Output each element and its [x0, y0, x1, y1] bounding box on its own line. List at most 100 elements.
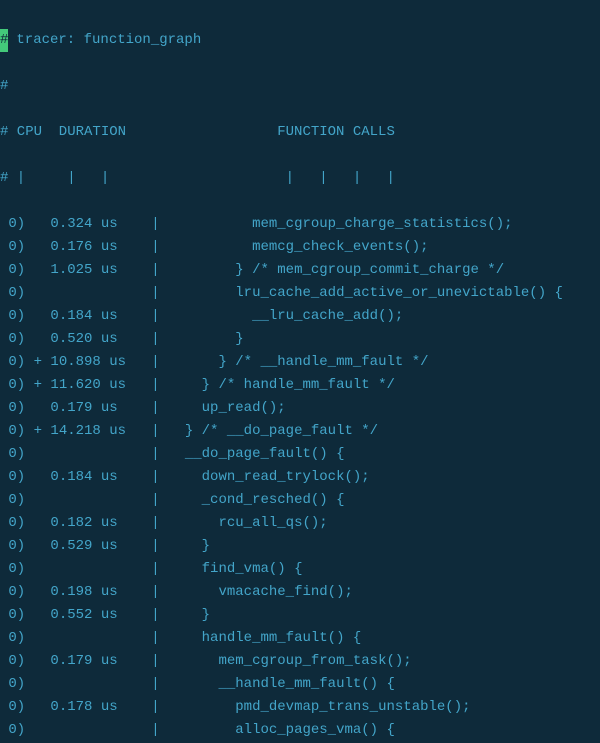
- separator-col: |: [134, 607, 176, 623]
- function-col: rcu_all_qs();: [176, 515, 327, 531]
- separator-col: |: [134, 584, 176, 600]
- separator-col: |: [134, 446, 176, 462]
- trace-row: 0) + 10.898 us | } /* __handle_mm_fault …: [0, 351, 592, 374]
- separator-col: |: [134, 331, 176, 347]
- cpu-col: 0): [0, 515, 25, 531]
- duration-col: + 10.898 us: [25, 354, 134, 370]
- trace-row: 0) | handle_mm_fault() {: [0, 627, 592, 650]
- trace-row: 0) 0.184 us | down_read_trylock();: [0, 466, 592, 489]
- cpu-col: 0): [0, 630, 25, 646]
- cpu-col: 0): [0, 561, 25, 577]
- cpu-col: 0): [0, 377, 25, 393]
- function-col: alloc_pages_vma() {: [176, 722, 394, 738]
- trace-rows: 0) 0.324 us | mem_cgroup_charge_statisti…: [0, 213, 592, 743]
- terminal-output: # tracer: function_graph # # CPU DURATIO…: [0, 0, 600, 743]
- trace-row: 0) 0.179 us | mem_cgroup_from_task();: [0, 650, 592, 673]
- function-col: up_read();: [176, 400, 285, 416]
- function-col: }: [176, 607, 210, 623]
- cpu-col: 0): [0, 607, 25, 623]
- trace-row: 0) 1.025 us | } /* mem_cgroup_commit_cha…: [0, 259, 592, 282]
- duration-col: [25, 446, 134, 462]
- separator-col: |: [134, 538, 176, 554]
- duration-col: + 11.620 us: [25, 377, 134, 393]
- function-col: }: [176, 538, 210, 554]
- duration-col: 0.520 us: [25, 331, 134, 347]
- separator-col: |: [134, 423, 176, 439]
- duration-col: 0.184 us: [25, 469, 134, 485]
- function-col: } /* __do_page_fault */: [176, 423, 378, 439]
- cpu-col: 0): [0, 239, 25, 255]
- trace-row: 0) 0.198 us | vmacache_find();: [0, 581, 592, 604]
- trace-row: 0) + 14.218 us | } /* __do_page_fault */: [0, 420, 592, 443]
- function-col: __lru_cache_add();: [176, 308, 403, 324]
- cpu-col: 0): [0, 308, 25, 324]
- duration-col: [25, 630, 134, 646]
- function-col: pmd_devmap_trans_unstable();: [176, 699, 470, 715]
- function-col: handle_mm_fault() {: [176, 630, 361, 646]
- separator-col: |: [134, 262, 176, 278]
- trace-row: 0) 0.520 us | }: [0, 328, 592, 351]
- trace-row: 0) 0.176 us | memcg_check_events();: [0, 236, 592, 259]
- duration-col: 0.182 us: [25, 515, 134, 531]
- duration-col: 0.198 us: [25, 584, 134, 600]
- trace-row: 0) + 11.620 us | } /* handle_mm_fault */: [0, 374, 592, 397]
- trace-row: 0) | lru_cache_add_active_or_unevictable…: [0, 282, 592, 305]
- duration-col: 0.178 us: [25, 699, 134, 715]
- duration-col: [25, 492, 134, 508]
- cpu-col: 0): [0, 423, 25, 439]
- cursor-block: #: [0, 29, 8, 52]
- duration-col: [25, 722, 134, 738]
- function-col: }: [176, 331, 243, 347]
- duration-col: 0.184 us: [25, 308, 134, 324]
- header-columns-a: # CPU DURATION FUNCTION CALLS: [0, 121, 592, 144]
- function-col: __handle_mm_fault() {: [176, 676, 394, 692]
- header-blank: #: [0, 75, 592, 98]
- separator-col: |: [134, 515, 176, 531]
- cpu-col: 0): [0, 584, 25, 600]
- trace-row: 0) 0.178 us | pmd_devmap_trans_unstable(…: [0, 696, 592, 719]
- trace-row: 0) | __do_page_fault() {: [0, 443, 592, 466]
- separator-col: |: [134, 400, 176, 416]
- cpu-col: 0): [0, 400, 25, 416]
- separator-col: |: [134, 676, 176, 692]
- duration-col: 0.552 us: [25, 607, 134, 623]
- cpu-col: 0): [0, 676, 25, 692]
- cpu-col: 0): [0, 354, 25, 370]
- duration-col: 0.324 us: [25, 216, 134, 232]
- function-col: __do_page_fault() {: [176, 446, 344, 462]
- trace-row: 0) 0.182 us | rcu_all_qs();: [0, 512, 592, 535]
- separator-col: |: [134, 216, 176, 232]
- separator-col: |: [134, 561, 176, 577]
- trace-row: 0) 0.552 us | }: [0, 604, 592, 627]
- cpu-col: 0): [0, 492, 25, 508]
- separator-col: |: [134, 492, 176, 508]
- separator-col: |: [134, 285, 176, 301]
- cpu-col: 0): [0, 653, 25, 669]
- duration-col: 0.179 us: [25, 653, 134, 669]
- separator-col: |: [134, 354, 176, 370]
- cpu-col: 0): [0, 446, 25, 462]
- function-col: } /* handle_mm_fault */: [176, 377, 394, 393]
- duration-col: [25, 285, 134, 301]
- function-col: vmacache_find();: [176, 584, 352, 600]
- separator-col: |: [134, 653, 176, 669]
- trace-row: 0) | find_vma() {: [0, 558, 592, 581]
- separator-col: |: [134, 630, 176, 646]
- function-col: memcg_check_events();: [176, 239, 428, 255]
- duration-col: + 14.218 us: [25, 423, 134, 439]
- separator-col: |: [134, 722, 176, 738]
- function-col: } /* mem_cgroup_commit_charge */: [176, 262, 504, 278]
- separator-col: |: [134, 469, 176, 485]
- header-title-line: # tracer: function_graph: [0, 29, 592, 52]
- function-col: lru_cache_add_active_or_unevictable() {: [176, 285, 562, 301]
- cpu-col: 0): [0, 285, 25, 301]
- function-col: mem_cgroup_from_task();: [176, 653, 411, 669]
- duration-col: [25, 676, 134, 692]
- cpu-col: 0): [0, 216, 25, 232]
- trace-row: 0) | _cond_resched() {: [0, 489, 592, 512]
- function-col: _cond_resched() {: [176, 492, 344, 508]
- trace-row: 0) 0.179 us | up_read();: [0, 397, 592, 420]
- separator-col: |: [134, 308, 176, 324]
- tracer-title: tracer: function_graph: [8, 32, 201, 48]
- duration-col: 0.176 us: [25, 239, 134, 255]
